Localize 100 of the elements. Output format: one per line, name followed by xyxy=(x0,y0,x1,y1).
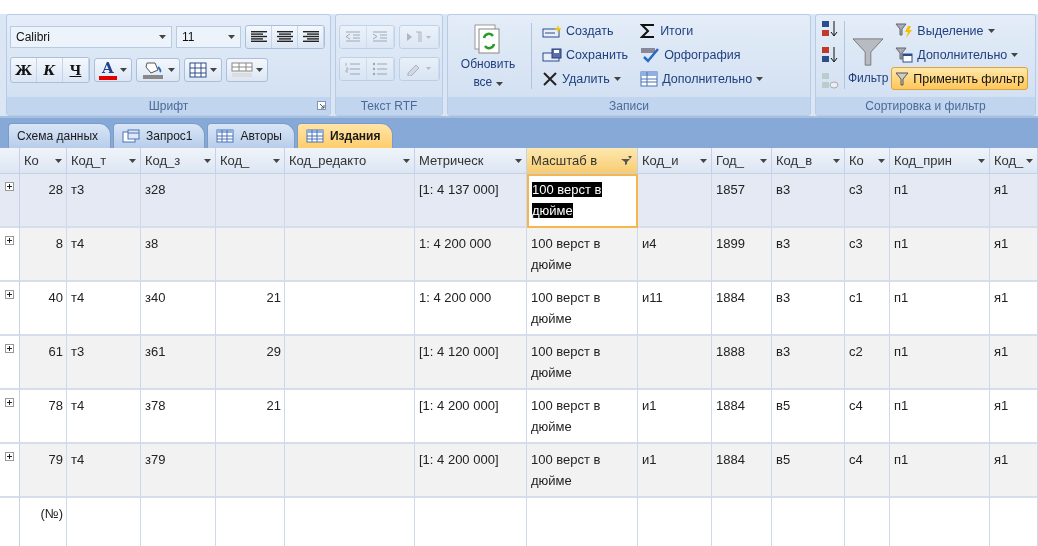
font-color-button[interactable]: A xyxy=(94,58,132,82)
table-cell: в5 xyxy=(772,444,845,498)
column-header[interactable]: Код_редакто xyxy=(285,148,415,174)
table-icon xyxy=(305,129,324,143)
bold-button[interactable]: Ж xyxy=(11,58,37,82)
caret-icon xyxy=(119,68,127,72)
table-cell: 79 xyxy=(20,444,67,498)
table-cell: з8 xyxy=(141,228,216,282)
table-cell: 8 xyxy=(20,228,67,282)
table-cell: 100 верст в дюйме xyxy=(527,390,638,444)
grid-icon xyxy=(188,62,207,78)
column-header[interactable]: Код_прин xyxy=(890,148,990,174)
caret-icon xyxy=(987,28,995,33)
column-header[interactable]: Код_ xyxy=(216,148,285,174)
table-cell: 1884 xyxy=(712,444,772,498)
funnel-icon xyxy=(851,37,886,67)
table-cell: 1899 xyxy=(712,228,772,282)
column-header[interactable]: Ко xyxy=(845,148,890,174)
column-header[interactable]: Ко xyxy=(20,148,67,174)
table-cell: с1 xyxy=(845,282,890,336)
caret-icon xyxy=(159,35,166,39)
expand-icon[interactable] xyxy=(5,182,14,191)
table-cell: 29 xyxy=(216,336,285,390)
caret-icon xyxy=(978,158,985,163)
column-header[interactable]: Код_з xyxy=(141,148,216,174)
column-header[interactable]: Год_ xyxy=(712,148,772,174)
caret-icon xyxy=(167,68,175,72)
gridlines-button[interactable] xyxy=(225,58,268,82)
expand-icon[interactable] xyxy=(5,452,14,461)
table-cell: 100 верст в дюйме xyxy=(527,336,638,390)
table-cell: в3 xyxy=(772,174,845,228)
table-cell: в3 xyxy=(772,228,845,282)
table-cell: в5 xyxy=(772,390,845,444)
refresh-icon xyxy=(473,23,503,55)
more-button[interactable]: Дополнительно xyxy=(636,67,768,90)
table-cell: 1884 xyxy=(712,282,772,336)
delete-button[interactable]: Удалить xyxy=(538,67,625,90)
expand-icon[interactable] xyxy=(5,236,14,245)
selection-button[interactable]: Выделение xyxy=(891,19,1029,42)
table-cell: з78 xyxy=(141,390,216,444)
fill-color-button[interactable] xyxy=(135,58,180,82)
table-cell: я1 xyxy=(990,174,1038,228)
table-cell: [1: 4 200 000] xyxy=(415,444,527,498)
paint-bucket-icon xyxy=(140,61,165,79)
funnel-icon xyxy=(895,71,910,86)
document-tab[interactable]: Запрос1 xyxy=(113,123,206,148)
caret-icon xyxy=(273,158,280,163)
expand-icon[interactable] xyxy=(5,344,14,353)
table-cell: з28 xyxy=(141,174,216,228)
document-tab[interactable]: Авторы xyxy=(207,123,295,148)
totals-button[interactable]: Итоги xyxy=(636,19,698,42)
table-cell: 1: 4 200 000 xyxy=(415,282,527,336)
expand-icon[interactable] xyxy=(5,398,14,407)
table-cell: я1 xyxy=(990,282,1038,336)
apply-button[interactable]: Применить фильтр xyxy=(891,67,1029,90)
table-cell: 100 верст в дюйме xyxy=(527,282,638,336)
column-header[interactable]: Код_в xyxy=(772,148,845,174)
table-cell: 1884 xyxy=(712,390,772,444)
spelling-check-icon xyxy=(640,46,661,63)
font-field[interactable]: Calibri xyxy=(10,26,172,48)
spelling-button[interactable]: Орфография xyxy=(636,43,745,66)
caret-icon xyxy=(129,158,136,163)
underline-button[interactable]: Ч xyxy=(63,58,89,82)
document-tab[interactable]: Схема данных xyxy=(8,123,112,148)
table-cell: я1 xyxy=(990,444,1038,498)
column-header[interactable]: Масштаб в xyxy=(527,148,638,174)
table-cell: с3 xyxy=(845,228,890,282)
new-button[interactable]: Создать xyxy=(538,19,618,42)
font-size-field[interactable]: 11 xyxy=(176,26,241,48)
column-header[interactable]: Код_ xyxy=(990,148,1038,174)
expand-icon[interactable] xyxy=(5,290,14,299)
save-button[interactable]: Сохранить xyxy=(538,43,633,66)
table-cell: в3 xyxy=(772,336,845,390)
italic-button[interactable]: К xyxy=(37,58,63,82)
caret-icon xyxy=(878,158,885,163)
caret-icon xyxy=(55,158,62,163)
table-cell: т4 xyxy=(67,444,141,498)
table-cell: 21 xyxy=(216,282,285,336)
refresh-all-button[interactable]: Обновить все xyxy=(451,19,525,97)
column-header[interactable]: Метрическ xyxy=(415,148,527,174)
document-tab[interactable]: Издания xyxy=(296,123,394,148)
caret-icon xyxy=(1011,52,1019,57)
caret-icon xyxy=(700,158,707,163)
borders-button[interactable] xyxy=(183,58,222,82)
dialog-launcher-icon[interactable] xyxy=(317,101,326,110)
column-header[interactable]: Код_т xyxy=(67,148,141,174)
table-cell: и4 xyxy=(638,228,712,282)
filter-button[interactable]: Фильтр xyxy=(848,17,889,97)
table-cell: 28 xyxy=(20,174,67,228)
table-cell: п1 xyxy=(890,228,990,282)
advanced-button[interactable]: Дополнительно xyxy=(891,43,1029,66)
table-cell: п1 xyxy=(890,336,990,390)
table-cell: 100 верст в дюйме xyxy=(527,174,638,228)
table-cell: п1 xyxy=(890,174,990,228)
caret-icon xyxy=(833,158,840,163)
table-icon xyxy=(640,70,659,87)
column-header[interactable]: Код_и xyxy=(638,148,712,174)
table-cell: з61 xyxy=(141,336,216,390)
table-cell: т3 xyxy=(67,336,141,390)
funnel-window-icon xyxy=(895,46,914,63)
